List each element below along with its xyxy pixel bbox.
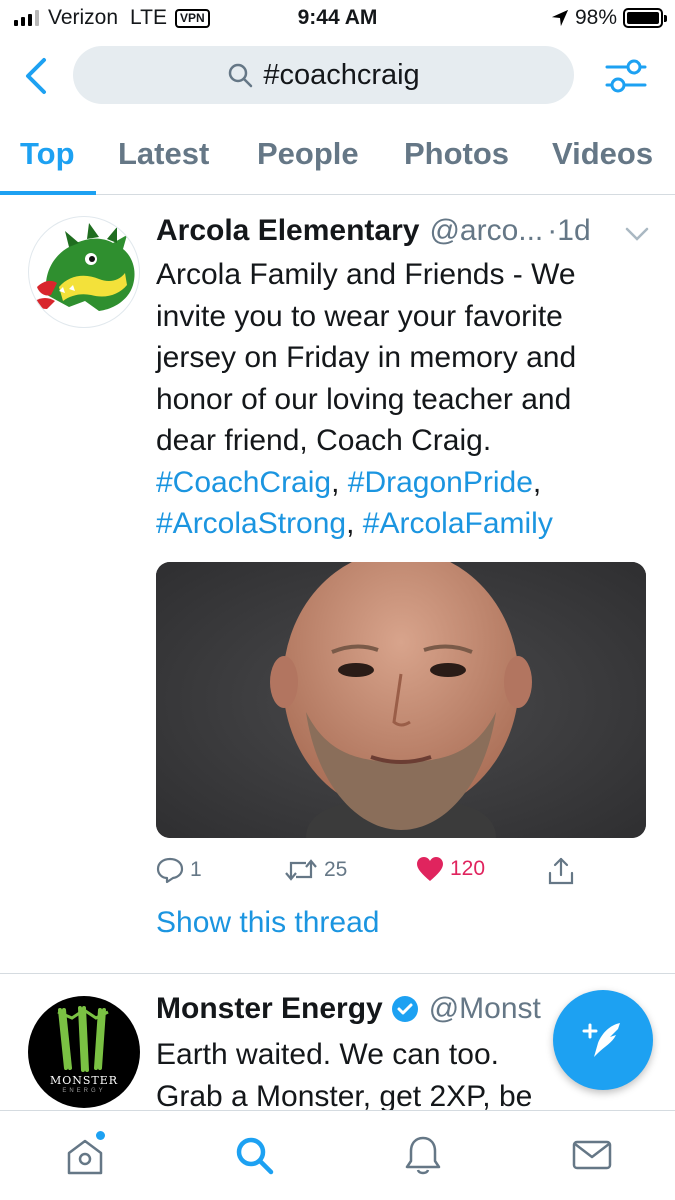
retweet-count: 25: [324, 858, 348, 881]
monster-logo-icon[interactable]: MONSTER ENERGY: [28, 996, 140, 1108]
chevron-down-icon[interactable]: [625, 226, 649, 242]
monster-brand-subtext: ENERGY: [62, 1088, 106, 1094]
search-tab[interactable]: [232, 1133, 276, 1177]
share-button[interactable]: [546, 856, 582, 886]
compose-tweet-button[interactable]: [553, 990, 653, 1090]
notifications-tab[interactable]: [401, 1133, 445, 1177]
tweet-actions: 1 25 120: [156, 856, 626, 890]
tweet-text-line: Grab a Monster, get 2XP, be: [156, 1079, 533, 1111]
verified-badge-icon: [391, 996, 418, 1022]
reply-count: 1: [190, 858, 202, 881]
hashtag-link[interactable]: #CoachCraig: [156, 466, 331, 499]
bottom-tab-bar: [0, 1110, 675, 1200]
tweet-author-handle[interactable]: @arco...: [429, 214, 543, 248]
tweet-timestamp: ·1d: [547, 214, 591, 247]
reply-button[interactable]: 1: [156, 856, 202, 884]
like-button[interactable]: 120: [416, 856, 485, 882]
tweet-text-line: dear friend, Coach Craig.: [156, 424, 492, 457]
dragon-logo-icon[interactable]: [28, 216, 140, 328]
hashtag-link[interactable]: #ArcolaFamily: [363, 507, 553, 540]
tweet-text-line: invite you to wear your favorite: [156, 299, 563, 333]
compose-feather-icon: [582, 1023, 620, 1057]
search-icon: [236, 1137, 274, 1175]
tweet-item[interactable]: Arcola Elementary @arco... ·1d Arcola Fa…: [0, 0, 675, 973]
tweet-body: Arcola Family and Friends - We invite yo…: [156, 254, 646, 545]
share-icon: [548, 857, 574, 885]
tweet-text-line: honor of our loving teacher and: [156, 382, 572, 416]
monster-brand-text: MONSTER: [49, 1074, 119, 1087]
hashtag-link[interactable]: #DragonPride: [348, 466, 533, 499]
messages-icon: [572, 1140, 612, 1170]
heart-icon: [417, 857, 443, 881]
tweet-author-handle[interactable]: @Monst: [429, 992, 541, 1026]
messages-tab[interactable]: [570, 1133, 614, 1177]
new-content-dot: [96, 1131, 105, 1140]
home-tab[interactable]: [63, 1131, 107, 1177]
retweet-icon: [285, 859, 317, 881]
tweet-text-line: jersey on Friday in memory and: [156, 341, 577, 374]
hashtag-link[interactable]: #ArcolaStrong: [156, 507, 346, 540]
retweet-button[interactable]: 25: [284, 856, 347, 884]
tweet-text-line: Arcola Family and Friends - We: [156, 258, 576, 291]
show-thread-link[interactable]: Show this thread: [156, 906, 379, 940]
tweet-author-name[interactable]: Arcola Elementary: [156, 214, 419, 248]
like-count: 120: [450, 857, 486, 880]
tweet-author-name[interactable]: Monster Energy: [156, 992, 383, 1026]
reply-icon: [156, 857, 184, 884]
tweet-photo[interactable]: [156, 562, 646, 838]
notifications-icon: [405, 1136, 441, 1175]
